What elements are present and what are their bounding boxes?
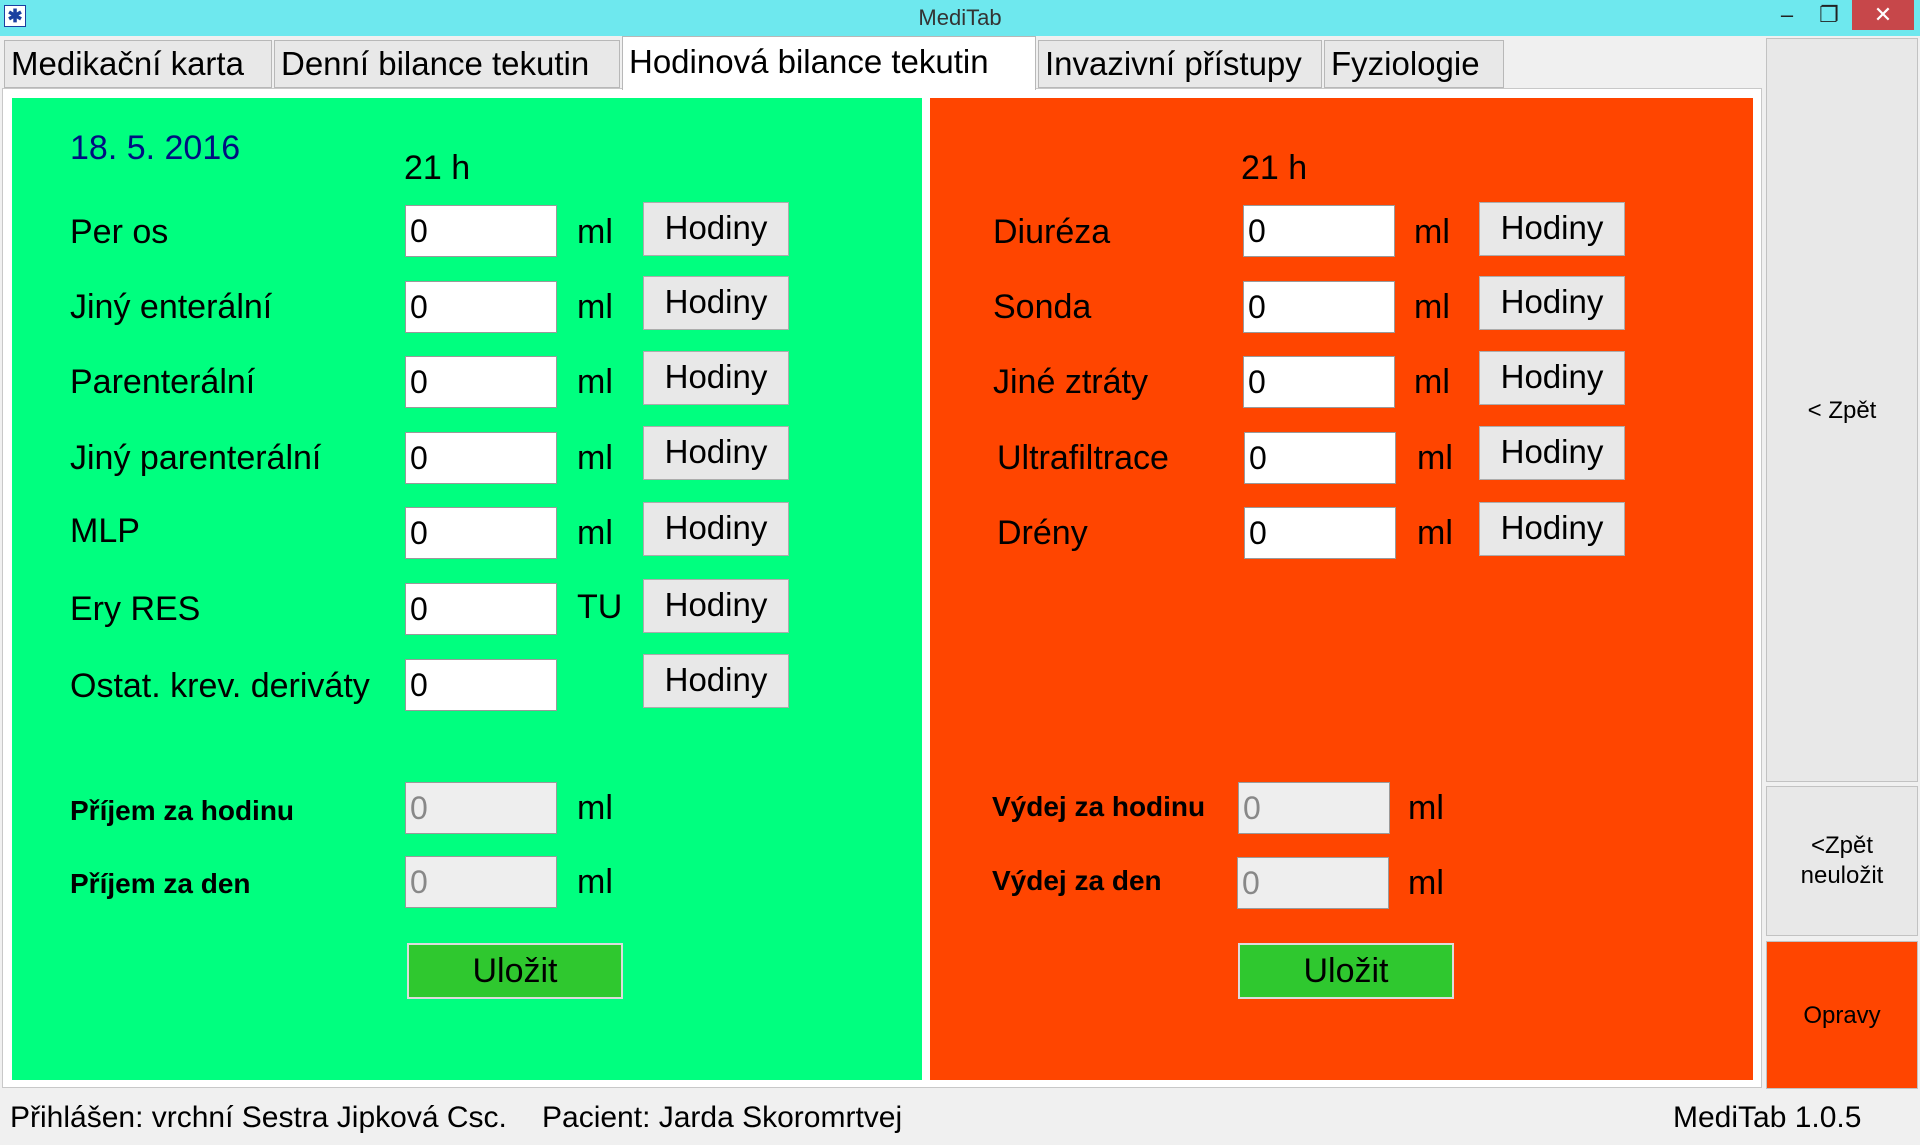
probe-unit: ml [1414,288,1450,326]
ultrafiltration-input[interactable] [1244,432,1396,484]
mlp-input[interactable] [405,507,557,559]
other-blood-derivatives-input[interactable] [405,659,557,711]
other-losses-unit: ml [1414,363,1450,401]
per-os-label: Per os [70,213,169,251]
other-losses-input[interactable] [1243,356,1395,408]
other-parenteral-label: Jiný parenterální [70,439,322,477]
per-os-unit: ml [577,213,613,251]
output-per-day-label: Výdej za den [992,865,1162,896]
intake-per-hour-label: Příjem za hodinu [70,795,295,826]
diuresis-label: Diuréza [993,213,1111,251]
date-label: 18. 5. 2016 [70,129,241,167]
other-losses-hours-button[interactable]: Hodiny [1479,351,1625,405]
other-blood-derivatives-hours-button[interactable]: Hodiny [643,654,789,708]
mlp-unit: ml [577,514,613,552]
output-per-hour-value [1238,782,1390,834]
status-bar: Přihlášen: vrchní Sestra Jipková Csc. Pa… [0,1092,1920,1145]
patient-name: Pacient: Jarda Skoromrtvej [542,1101,903,1134]
drains-label: Drény [997,514,1088,552]
logged-in-user: Přihlášen: vrchní Sestra Jipková Csc. [10,1101,507,1134]
other-parenteral-input[interactable] [405,432,557,484]
other-parenteral-unit: ml [577,439,613,477]
parenteral-hours-button[interactable]: Hodiny [643,351,789,405]
intake-per-hour-unit: ml [577,789,613,827]
probe-input[interactable] [1243,281,1395,333]
intake-hour-label: 21 h [404,149,471,187]
parenteral-input[interactable] [405,356,557,408]
fixes-button-label: Opravy [1803,1002,1881,1029]
back-without-save-button[interactable]: <Zpět neuložit [1766,786,1918,936]
output-per-hour-unit: ml [1408,789,1444,827]
per-os-hours-button[interactable]: Hodiny [643,202,789,256]
ery-res-hours-button[interactable]: Hodiny [643,579,789,633]
back-without-save-line1: <Zpět [1810,832,1874,859]
back-button[interactable]: < Zpět [1766,38,1918,782]
parenteral-unit: ml [577,363,613,401]
tab-invasive-access[interactable]: Invazivní přístupy [1038,40,1322,88]
output-per-day-value [1237,857,1389,909]
intake-per-day-label: Příjem za den [70,868,251,899]
mlp-hours-button[interactable]: Hodiny [643,502,789,556]
other-enteral-unit: ml [577,288,613,326]
drains-input[interactable] [1244,507,1396,559]
ery-res-label: Ery RES [70,590,201,628]
parenteral-label: Parenterální [70,363,256,401]
intake-per-hour-value [405,782,557,834]
title-bar: ✱ MediTab – ❐ ✕ [0,0,1920,36]
back-without-save-line2: neuložit [1800,862,1884,889]
fixes-button[interactable]: Opravy [1766,941,1918,1089]
close-button[interactable]: ✕ [1852,0,1914,30]
maximize-button[interactable]: ❐ [1806,0,1852,30]
other-blood-derivatives-label: Ostat. krev. deriváty [70,667,370,705]
back-button-label: < Zpět [1807,397,1877,424]
minimize-button[interactable]: – [1764,0,1810,30]
probe-label: Sonda [993,288,1092,326]
ultrafiltration-hours-button[interactable]: Hodiny [1479,426,1625,480]
output-save-button[interactable]: Uložit [1238,943,1454,999]
intake-per-day-value [405,856,557,908]
output-hour-label: 21 h [1241,149,1308,187]
output-per-hour-label: Výdej za hodinu [992,791,1206,822]
mlp-label: MLP [70,512,140,550]
diuresis-hours-button[interactable]: Hodiny [1479,202,1625,256]
app-version: MediTab 1.0.5 [1673,1101,1862,1134]
diuresis-unit: ml [1414,213,1450,251]
other-enteral-hours-button[interactable]: Hodiny [643,276,789,330]
other-parenteral-hours-button[interactable]: Hodiny [643,426,789,480]
tab-physiology[interactable]: Fyziologie [1324,40,1504,88]
ultrafiltration-unit: ml [1417,439,1453,477]
ery-res-unit: TU [577,588,623,626]
other-enteral-label: Jiný enterální [70,288,273,326]
ultrafiltration-label: Ultrafiltrace [997,439,1169,477]
other-enteral-input[interactable] [405,281,557,333]
ery-res-input[interactable] [405,583,557,635]
probe-hours-button[interactable]: Hodiny [1479,276,1625,330]
intake-per-day-unit: ml [577,863,613,901]
tab-hourly-fluid-balance[interactable]: Hodinová bilance tekutin [622,36,1036,90]
tab-medication-card[interactable]: Medikační karta [4,40,272,88]
window-title: MediTab [918,5,1002,30]
output-per-day-unit: ml [1408,864,1444,902]
per-os-input[interactable] [405,205,557,257]
tab-daily-fluid-balance[interactable]: Denní bilance tekutin [274,40,620,88]
intake-save-button[interactable]: Uložit [407,943,623,999]
other-losses-label: Jiné ztráty [993,363,1148,401]
drains-unit: ml [1417,514,1453,552]
drains-hours-button[interactable]: Hodiny [1479,502,1625,556]
diuresis-input[interactable] [1243,205,1395,257]
